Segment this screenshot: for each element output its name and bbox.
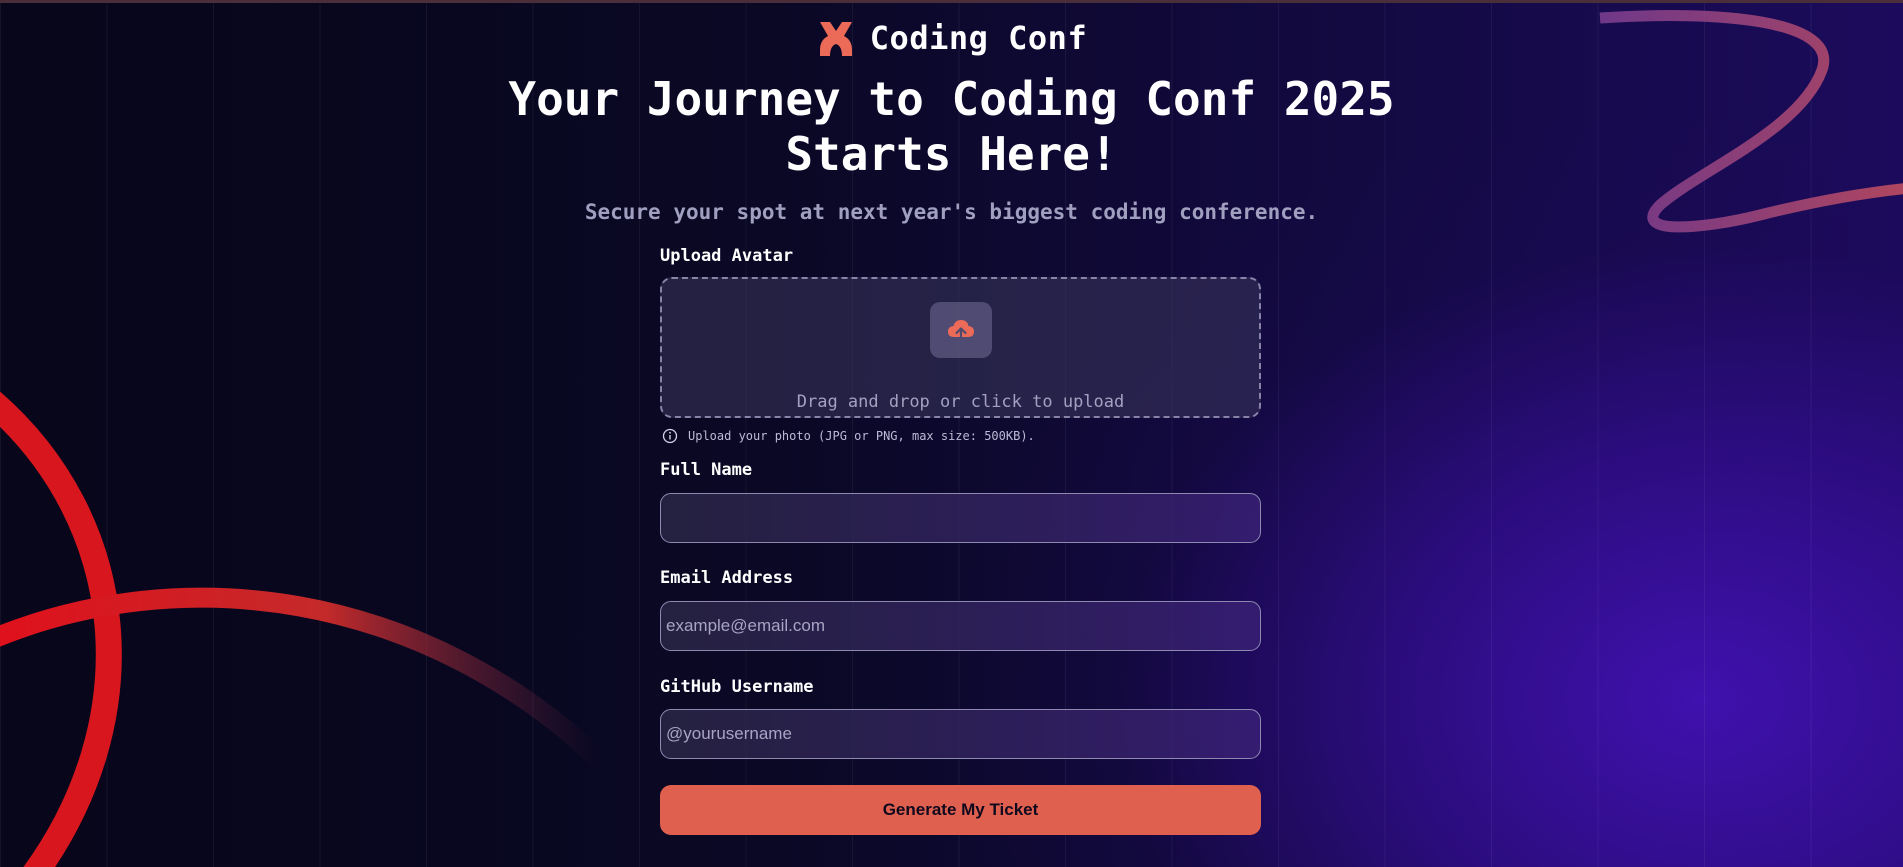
avatar-hint-text: Upload your photo (JPG or PNG, max size:… — [688, 429, 1035, 443]
cloud-upload-icon — [948, 320, 974, 342]
upload-button[interactable] — [930, 302, 992, 358]
full-name-label: Full Name — [660, 460, 753, 480]
github-username-input[interactable] — [660, 709, 1261, 759]
title-line-2: Starts Here! — [785, 127, 1118, 181]
full-name-input[interactable] — [660, 493, 1261, 543]
avatar-hint: Upload your photo (JPG or PNG, max size:… — [662, 428, 1035, 444]
coding-conf-logo-icon — [819, 22, 852, 56]
title-line-1: Your Journey to Coding Conf 2025 — [508, 72, 1395, 126]
email-input[interactable] — [660, 601, 1261, 651]
page-subtitle: Secure your spot at next year's biggest … — [584, 200, 1319, 224]
generate-ticket-button[interactable]: Generate My Ticket — [660, 785, 1261, 835]
page-title: Your Journey to Coding Conf 2025 Starts … — [0, 72, 1903, 182]
avatar-dropzone[interactable]: Drag and drop or click to upload — [660, 277, 1261, 418]
brand-name: Coding Conf — [869, 19, 1088, 57]
dropzone-text: Drag and drop or click to upload — [796, 392, 1125, 412]
brand-header: Coding Conf — [0, 18, 1903, 58]
email-label: Email Address — [660, 568, 794, 588]
avatar-label: Upload Avatar — [660, 246, 794, 266]
ticket-form: Upload Avatar Drag and drop or click to … — [660, 246, 1261, 835]
github-label: GitHub Username — [660, 677, 814, 697]
info-icon — [662, 428, 678, 444]
